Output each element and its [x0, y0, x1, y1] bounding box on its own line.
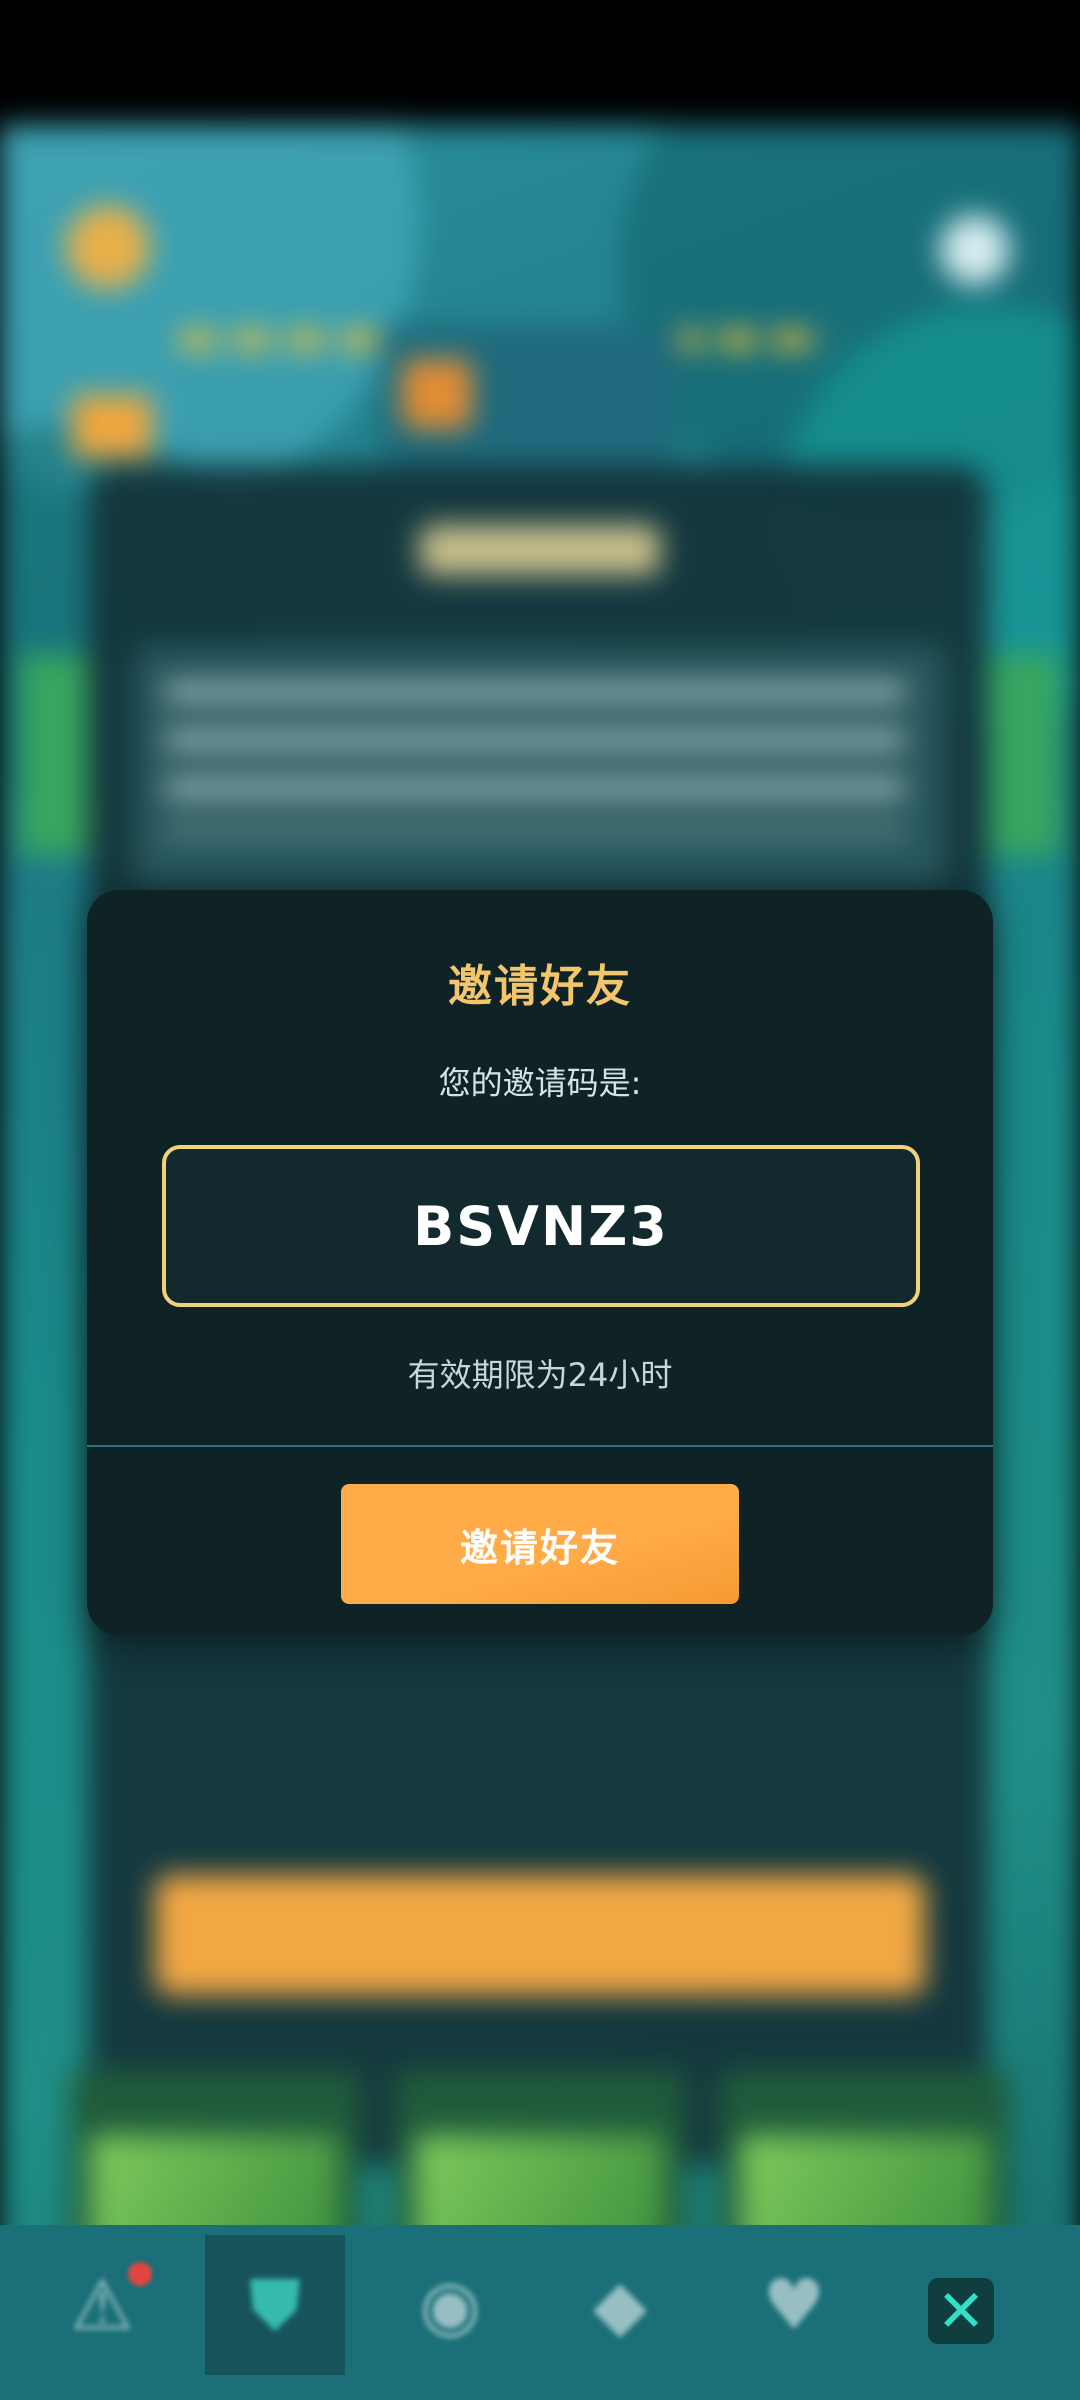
heart-icon: ♥	[762, 2264, 826, 2346]
warning-triangle-icon: ⚠	[70, 2264, 134, 2346]
dialog-divider	[87, 1445, 993, 1447]
nav-item-warning[interactable]: ⚠	[32, 2235, 172, 2375]
nav-item-shield[interactable]: ⛊	[205, 2235, 345, 2375]
close-icon: ✕	[936, 2277, 986, 2345]
status-bar	[0, 0, 1080, 125]
background-green-strip	[20, 655, 90, 855]
background-green-strip	[990, 655, 1060, 855]
background-card	[380, 325, 680, 465]
diamond-icon: ◆	[593, 2264, 647, 2346]
expiry-note: 有效期限为24小时	[407, 1356, 673, 1394]
notification-dot	[128, 2262, 152, 2286]
invite-code-value: BSVNZ3	[413, 1194, 669, 1258]
invite-friends-button[interactable]: 邀请好友	[341, 1484, 739, 1604]
nav-item-diamond[interactable]: ◆	[550, 2235, 690, 2375]
background-orange-button	[155, 1875, 925, 1995]
dialog-title: 邀请好友	[448, 961, 632, 1012]
background-panel-title	[420, 525, 660, 575]
circle-icon: ◉	[419, 2264, 481, 2346]
invite-friends-dialog: 邀请好友 您的邀请码是: BSVNZ3 有效期限为24小时 邀请好友	[87, 890, 993, 1635]
background-top-bar	[60, 195, 1040, 457]
shield-icon: ⛊	[248, 2264, 302, 2346]
bottom-nav: ⚠ ⛊ ◉ ◆ ♥	[0, 2225, 1080, 2400]
background-tile	[72, 395, 152, 457]
background-card-tile	[402, 359, 472, 429]
nav-item-circle[interactable]: ◉	[380, 2235, 520, 2375]
level-badge-icon	[66, 205, 150, 289]
close-button[interactable]: ✕	[928, 2278, 994, 2344]
invite-code-label: 您的邀请码是:	[438, 1064, 642, 1102]
gear-icon	[940, 215, 1010, 285]
background-panel-text	[135, 645, 945, 885]
nav-item-heart[interactable]: ♥	[724, 2235, 864, 2375]
invite-code-box[interactable]: BSVNZ3	[162, 1145, 920, 1307]
